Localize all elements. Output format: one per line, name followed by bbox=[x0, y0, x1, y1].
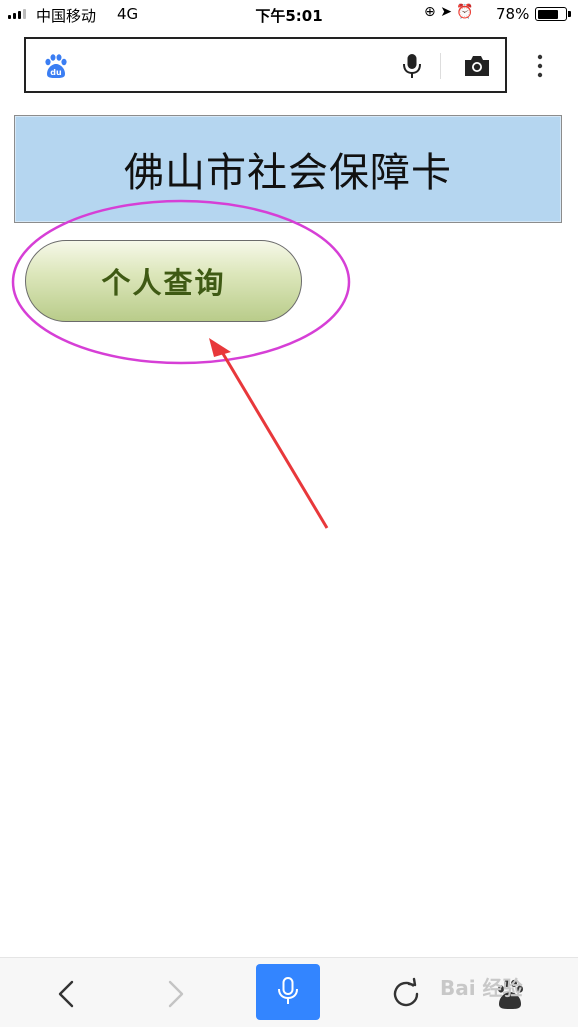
voice-search-button[interactable] bbox=[256, 964, 320, 1020]
refresh-icon[interactable] bbox=[388, 976, 424, 1012]
watermark: Bai 经验 bbox=[440, 976, 523, 1000]
back-icon[interactable] bbox=[50, 976, 86, 1012]
title-banner: 佛山市社会保障卡 bbox=[14, 115, 562, 223]
search-input[interactable] bbox=[82, 53, 386, 81]
more-vertical-icon[interactable] bbox=[530, 52, 550, 80]
battery-fill bbox=[537, 9, 558, 19]
status-bar: 中国移动 4G 下午5:01 ⊕ ➤ ⏰ 78% bbox=[0, 0, 578, 30]
baidu-logo-text: du bbox=[50, 68, 62, 77]
alarm-icon: ⏰ bbox=[456, 4, 474, 20]
battery-percent: 78% bbox=[496, 5, 530, 23]
personal-query-button[interactable]: 个人查询 bbox=[25, 240, 302, 322]
battery-cap bbox=[568, 11, 571, 17]
voice-search-icon bbox=[278, 977, 298, 1004]
search-bar[interactable]: du bbox=[24, 37, 507, 93]
location-icon: ➤ bbox=[440, 4, 452, 20]
microphone-icon[interactable] bbox=[398, 52, 426, 80]
orientation-lock-icon: ⊕ bbox=[424, 4, 436, 20]
forward-icon[interactable] bbox=[156, 976, 192, 1012]
bottom-nav-bar: Bai 经验 bbox=[0, 957, 578, 1027]
arrow-head bbox=[209, 338, 231, 357]
personal-query-label: 个人查询 bbox=[101, 266, 226, 300]
page-title: 佛山市社会保障卡 bbox=[124, 150, 452, 196]
arrow-shaft bbox=[220, 351, 329, 529]
search-divider bbox=[440, 53, 441, 79]
status-icons: ⊕ ➤ ⏰ bbox=[424, 4, 474, 20]
battery-icon bbox=[535, 7, 567, 21]
camera-icon[interactable] bbox=[462, 52, 492, 80]
baidu-paw-icon[interactable]: du bbox=[42, 53, 68, 79]
clock: 下午5:01 bbox=[255, 7, 323, 25]
